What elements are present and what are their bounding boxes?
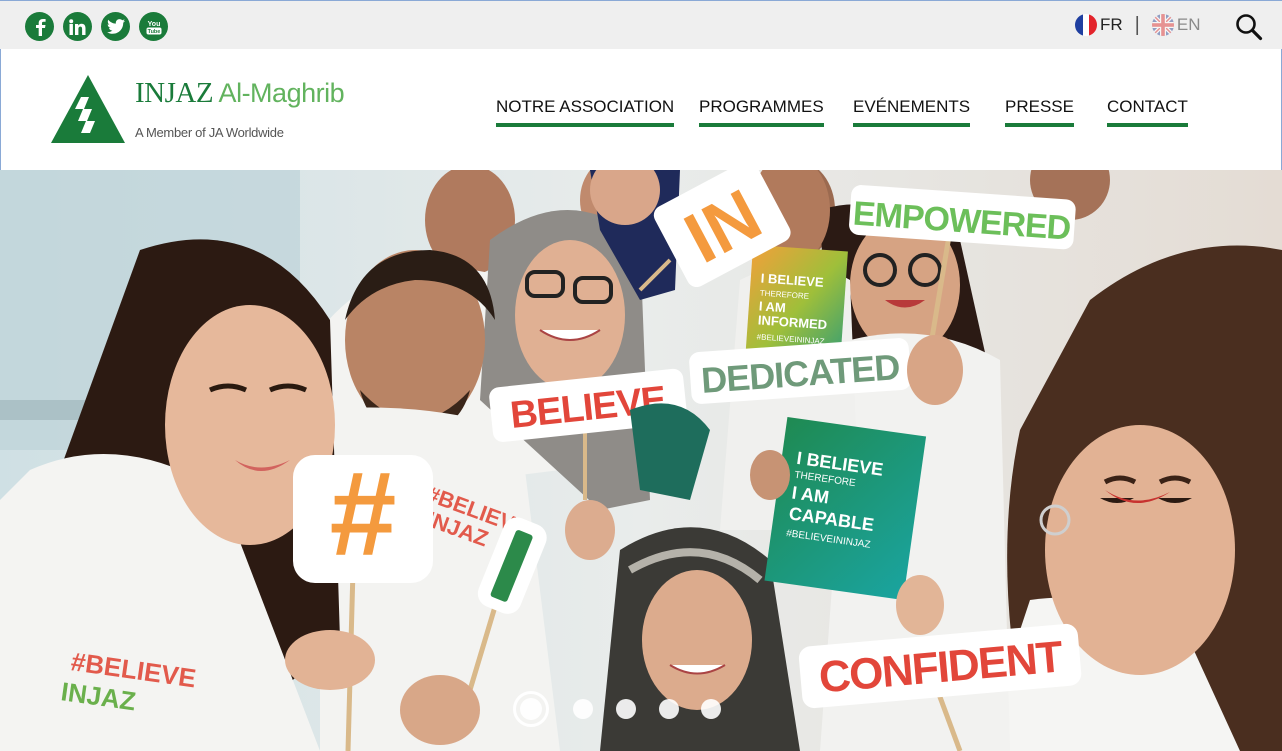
search-icon[interactable] <box>1235 13 1263 41</box>
hero-slider[interactable]: #BELIEVE INJAZ #BELIEVE INJAZ I BELIEVE … <box>0 170 1282 751</box>
svg-text:You: You <box>147 21 160 28</box>
svg-text:Tube: Tube <box>147 29 160 35</box>
slider-dot-3[interactable] <box>616 699 636 719</box>
slider-dot-2[interactable] <box>573 699 593 719</box>
svg-text:#: # <box>330 447 397 581</box>
top-utility-bar: You Tube FR | EN <box>0 0 1282 49</box>
lang-fr-link[interactable]: FR <box>1100 15 1123 35</box>
hero-image: #BELIEVE INJAZ #BELIEVE INJAZ I BELIEVE … <box>0 170 1282 751</box>
slider-dot-1[interactable] <box>520 698 542 720</box>
card-capable: I BELIEVE THEREFORE I AM CAPABLE #BELIEV… <box>764 417 927 600</box>
twitter-icon[interactable] <box>101 12 130 41</box>
slider-dot-5[interactable] <box>701 699 721 719</box>
uk-flag-icon[interactable] <box>1151 14 1174 36</box>
social-links: You Tube <box>25 12 168 41</box>
slider-dots <box>513 691 733 731</box>
sign-hash: # <box>293 447 433 583</box>
youtube-icon[interactable]: You Tube <box>139 12 168 41</box>
nav-presse[interactable]: PRESSE <box>1005 97 1074 127</box>
nav-evenements[interactable]: EVÉNEMENTS <box>853 97 971 127</box>
language-switcher: FR | EN <box>1075 14 1201 36</box>
logo-tagline: A Member of JA Worldwide <box>135 125 284 140</box>
lang-separator: | <box>1134 14 1140 36</box>
site-header: INJAZ Al-Maghrib A Member of JA Worldwid… <box>0 49 1282 170</box>
logo-name: INJAZ Al-Maghrib <box>135 77 345 110</box>
facebook-icon[interactable] <box>25 12 54 41</box>
slider-dot-4[interactable] <box>659 699 679 719</box>
nav-notre-association[interactable]: NOTRE ASSOCIATION <box>496 97 675 127</box>
linkedin-icon[interactable] <box>63 12 92 41</box>
logo-name-suffix: Al-Maghrib <box>213 78 345 108</box>
nav-contact[interactable]: CONTACT <box>1107 97 1188 127</box>
nav-programmes[interactable]: PROGRAMMES <box>699 97 824 127</box>
logo-name-main: INJAZ <box>135 77 214 109</box>
injaz-logo[interactable]: INJAZ Al-Maghrib A Member of JA Worldwid… <box>51 75 371 145</box>
france-flag-icon[interactable] <box>1075 14 1097 36</box>
lang-en-link[interactable]: EN <box>1177 15 1201 35</box>
logo-mark-icon <box>51 75 125 143</box>
